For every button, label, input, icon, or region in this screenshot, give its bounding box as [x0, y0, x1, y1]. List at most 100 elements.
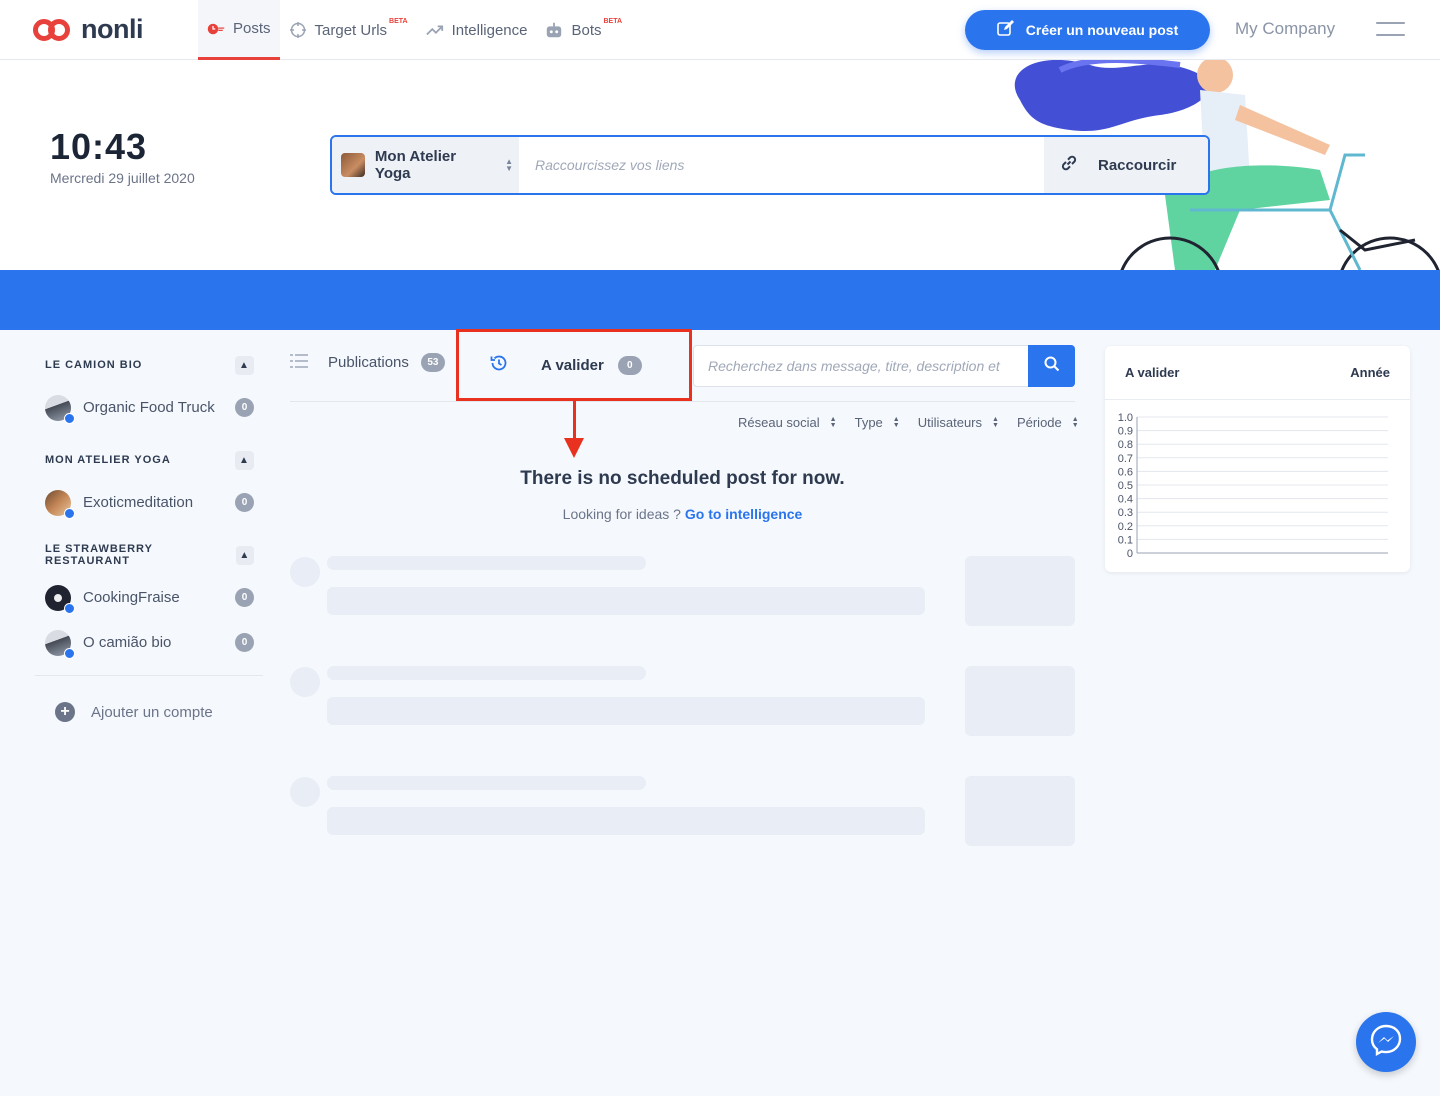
- account-count: 0: [235, 633, 254, 652]
- skeleton-post: [290, 666, 1075, 736]
- blue-banner: [0, 270, 1440, 330]
- nav-posts-label: Posts: [233, 20, 271, 37]
- bot-icon: [545, 21, 563, 39]
- go-to-intelligence-link[interactable]: Go to intelligence: [685, 506, 802, 522]
- account-name: O camião bio: [83, 634, 172, 651]
- filter-period[interactable]: Période ▲ ▼: [1017, 415, 1079, 430]
- y-tick-label: 0.2: [1118, 521, 1133, 533]
- create-post-button[interactable]: Créer un nouveau post: [965, 10, 1210, 50]
- widget-period[interactable]: Année: [1350, 365, 1390, 380]
- facebook-icon: [64, 507, 75, 519]
- link-icon: [1060, 154, 1078, 176]
- trend-icon: [425, 21, 444, 39]
- sidebar-account[interactable]: O camião bio 0: [35, 620, 263, 665]
- account-name: Exoticmeditation: [83, 494, 194, 511]
- group-header[interactable]: MON ATELIER YOGA ▲: [35, 440, 263, 480]
- a-valider-count-badge: 0: [617, 355, 642, 375]
- account-group: LE STRAWBERRY RESTAURANT ▲ CookingFraise…: [35, 535, 263, 665]
- beta-badge: BETA: [603, 17, 623, 25]
- filter-social-network[interactable]: Réseau social ▲ ▼: [738, 415, 837, 430]
- post-search-input[interactable]: Recherchez dans message, titre, descript…: [693, 345, 1028, 387]
- hero-section: 10:43 Mercredi 29 juillet 2020 Mon Ateli…: [0, 60, 1440, 270]
- chevron-up-icon[interactable]: ▲: [235, 545, 254, 565]
- account-avatar: [45, 584, 75, 614]
- nav-intelligence[interactable]: Intelligence: [417, 0, 537, 60]
- annotation-arrow-head-icon: [564, 438, 584, 458]
- account-avatar: [45, 489, 75, 519]
- y-tick-label: 0.8: [1118, 439, 1133, 451]
- widget-header: A valider Année: [1105, 346, 1410, 400]
- sort-icon: ▲ ▼: [992, 415, 999, 429]
- chevron-up-icon[interactable]: ▲: [235, 355, 254, 375]
- account-avatar: [45, 394, 75, 424]
- nav-bots[interactable]: BotsBETA: [536, 0, 631, 60]
- search-icon: [1044, 356, 1060, 377]
- clock-time: 10:43: [50, 126, 148, 167]
- group-title: MON ATELIER YOGA: [45, 454, 171, 466]
- account-name: CookingFraise: [83, 589, 180, 606]
- beta-badge: BETA: [389, 17, 408, 25]
- group-title: LE CAMION BIO: [45, 359, 143, 371]
- shorten-button-label: Raccourcir: [1098, 156, 1177, 174]
- account-select[interactable]: Mon Atelier Yoga ▲ ▼: [332, 137, 519, 193]
- add-account-button[interactable]: + Ajouter un compte: [35, 676, 263, 748]
- history-icon: [489, 353, 509, 377]
- skeleton-post: [290, 776, 1075, 846]
- sidebar-account[interactable]: CookingFraise 0: [35, 575, 263, 620]
- filter-users[interactable]: Utilisateurs ▲ ▼: [918, 415, 999, 430]
- facebook-icon: [64, 602, 75, 614]
- nav-intelligence-label: Intelligence: [451, 21, 528, 39]
- messenger-chat-button[interactable]: [1356, 1012, 1416, 1072]
- y-tick-label: 0.9: [1118, 426, 1133, 438]
- logo-text: nonli: [81, 14, 143, 44]
- logo-mark-icon: [33, 15, 73, 45]
- search-button[interactable]: [1028, 345, 1075, 387]
- shorten-button[interactable]: Raccourcir: [1044, 137, 1208, 193]
- nav-posts[interactable]: Posts: [198, 0, 280, 60]
- filter-type[interactable]: Type ▲ ▼: [855, 415, 900, 430]
- y-tick-label: 0.7: [1118, 453, 1133, 465]
- select-arrows-icon: ▲ ▼: [505, 157, 513, 173]
- list-icon: [290, 353, 308, 372]
- account-count: 0: [235, 398, 254, 417]
- shorten-url-input[interactable]: Raccourcissez vos liens: [519, 137, 1044, 193]
- sidebar-account[interactable]: Exoticmeditation 0: [35, 480, 263, 525]
- accounts-sidebar: LE CAMION BIO ▲ Organic Food Truck 0 MON…: [35, 345, 263, 748]
- post-search: Recherchez dans message, titre, descript…: [693, 345, 1075, 387]
- widget-chart: 1.0 0.90.8 0.70.6 0.5 0.40.3 0.20.1 0: [1118, 412, 1388, 560]
- nav-target-urls-label: Target UrlsBETA: [314, 17, 408, 39]
- company-name[interactable]: My Company: [1235, 19, 1335, 39]
- posts-tabs: Publications 53 A valider 0 Recherchez d…: [290, 329, 1075, 402]
- nonli-logo[interactable]: nonli: [33, 14, 143, 45]
- target-icon: [289, 21, 307, 39]
- y-tick-label: 0.3: [1118, 507, 1133, 519]
- account-group: MON ATELIER YOGA ▲ Exoticmeditation 0: [35, 440, 263, 525]
- menu-icon[interactable]: [1376, 22, 1405, 38]
- account-avatar: [45, 629, 75, 659]
- group-header[interactable]: LE STRAWBERRY RESTAURANT ▲: [35, 535, 263, 575]
- group-header[interactable]: LE CAMION BIO ▲: [35, 345, 263, 385]
- y-tick-label: 1.0: [1118, 412, 1133, 424]
- widget-title: A valider: [1125, 365, 1180, 380]
- account-avatar: [341, 153, 365, 177]
- sort-icon: ▲ ▼: [892, 415, 900, 429]
- filters-bar: Réseau social ▲ ▼ Type ▲ ▼ Utilisateurs ▲ ▼ Pé…: [738, 415, 1079, 430]
- tab-publications[interactable]: Publications 53: [290, 353, 445, 372]
- sort-icon: ▲ ▼: [829, 415, 837, 429]
- y-tick-label: 0: [1127, 548, 1133, 560]
- y-tick-label: 0.5: [1118, 480, 1133, 492]
- posts-icon: [207, 20, 225, 38]
- nav-target-urls[interactable]: Target UrlsBETA: [280, 0, 417, 60]
- account-count: 0: [235, 588, 254, 607]
- plus-icon: +: [55, 702, 75, 722]
- facebook-icon: [64, 412, 75, 424]
- link-shortener: Mon Atelier Yoga ▲ ▼ Raccourcissez vos li…: [330, 135, 1210, 195]
- skeleton-post: [290, 556, 1075, 626]
- tab-a-valider[interactable]: A valider 0: [456, 329, 692, 401]
- y-tick-label: 0.4: [1118, 494, 1133, 506]
- empty-state-prompt: Looking for ideas ?: [562, 506, 681, 522]
- chevron-up-icon[interactable]: ▲: [235, 450, 254, 470]
- sidebar-account[interactable]: Organic Food Truck 0: [35, 385, 263, 430]
- top-bar: nonli Posts Target UrlsBETA Intelligence…: [0, 0, 1440, 60]
- tab-publications-label: Publications: [328, 354, 409, 371]
